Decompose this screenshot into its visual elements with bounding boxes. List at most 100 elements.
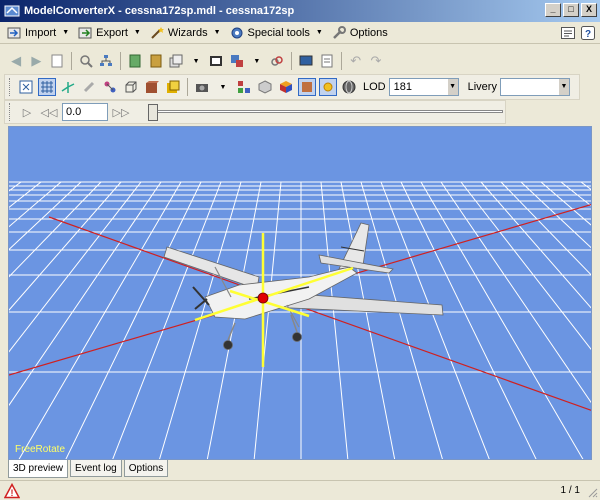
arrow-right-icon: ▶ xyxy=(31,53,42,68)
textured-box-icon xyxy=(146,81,159,93)
dropdown-button[interactable]: ▼ xyxy=(188,52,204,70)
edit-toolbar: ◀ ▶ ▼ ▼ ↶ ↷ xyxy=(4,49,384,73)
minimize-button[interactable]: _ xyxy=(545,3,561,17)
document-icon xyxy=(51,54,63,68)
layers-button[interactable] xyxy=(168,52,184,70)
timeline-track[interactable] xyxy=(153,110,503,113)
toolbar-separator xyxy=(291,52,293,70)
chevron-down-icon: ▼ xyxy=(62,29,70,36)
replace-icon xyxy=(230,55,243,67)
toolbar-grip[interactable] xyxy=(9,103,12,121)
fit-view-button[interactable] xyxy=(17,78,35,96)
wizards-label: Wizards xyxy=(167,26,208,39)
hierarchy-button[interactable] xyxy=(98,52,114,70)
document-button[interactable] xyxy=(49,52,65,70)
redo-button[interactable]: ↷ xyxy=(368,52,384,70)
panel-icon[interactable] xyxy=(560,25,576,41)
parts-button[interactable] xyxy=(235,78,253,96)
page-count: 1 / 1 xyxy=(560,485,580,496)
chevron-down-icon[interactable]: ▼ xyxy=(558,79,569,95)
lighting-button[interactable] xyxy=(298,78,316,96)
animation-toolbar: ▷ ◁◁ 0.0 ▷▷ xyxy=(4,100,506,124)
fit-view-icon xyxy=(19,80,33,94)
film-icon xyxy=(210,56,223,66)
mesh-button[interactable] xyxy=(256,78,274,96)
globe-button[interactable] xyxy=(340,78,358,96)
bone-icon xyxy=(83,81,95,93)
parts-icon xyxy=(238,81,250,93)
forward-button[interactable]: ▶ xyxy=(28,52,44,70)
tab-3d-preview[interactable]: 3D preview xyxy=(8,460,69,478)
bones-button[interactable] xyxy=(80,78,98,96)
maximize-button[interactable]: □ xyxy=(563,3,579,17)
find-button[interactable] xyxy=(78,52,94,70)
wizards-menu[interactable]: Wizards ▼ xyxy=(145,23,225,43)
back-button[interactable]: ◀ xyxy=(8,52,24,70)
chevron-down-icon[interactable]: ▼ xyxy=(447,79,458,95)
title-bar: ModelConverterX - cessna172sp.mdl - cess… xyxy=(0,0,600,22)
film-button[interactable] xyxy=(208,52,224,70)
sun-button[interactable] xyxy=(319,78,337,96)
help-icon[interactable]: ? xyxy=(580,25,596,41)
scene-canvas[interactable] xyxy=(9,127,592,460)
aircraft-model xyxy=(163,222,444,350)
resize-grip-icon[interactable] xyxy=(586,486,598,498)
lod-label: LOD xyxy=(363,81,386,93)
molecule-icon xyxy=(104,81,116,93)
axes-icon xyxy=(61,82,75,93)
link-button[interactable] xyxy=(269,52,285,70)
material-button[interactable] xyxy=(127,52,143,70)
screenshot-button[interactable] xyxy=(298,52,314,70)
rewind-button[interactable]: ◁◁ xyxy=(40,103,58,121)
toolbar-separator xyxy=(187,78,188,96)
chevron-down-icon: ▼ xyxy=(253,57,261,65)
3d-viewport[interactable]: FreeRotate xyxy=(8,126,592,460)
shaded-button[interactable] xyxy=(164,78,182,96)
notes-button[interactable] xyxy=(318,52,334,70)
dropdown-button[interactable]: ▼ xyxy=(249,52,265,70)
fast-forward-icon: ▷▷ xyxy=(112,106,130,119)
magnifier-icon xyxy=(80,55,93,68)
toolbar-separator xyxy=(120,52,122,70)
replace-button[interactable] xyxy=(228,52,244,70)
close-button[interactable]: X xyxy=(581,3,597,17)
warning-icon[interactable]: ! xyxy=(4,483,20,499)
notes-icon xyxy=(321,54,333,68)
time-value: 0.0 xyxy=(66,106,82,118)
undo-icon: ↶ xyxy=(350,53,362,68)
dropdown-button[interactable]: ▼ xyxy=(214,78,232,96)
play-button[interactable]: ▷ xyxy=(18,103,36,121)
lod-select[interactable]: 181 ▼ xyxy=(388,78,459,96)
camera-button[interactable] xyxy=(193,78,211,96)
box-outline-icon xyxy=(125,81,137,93)
arrow-left-icon: ◀ xyxy=(11,53,22,68)
axes-button[interactable] xyxy=(59,78,77,96)
livery-select[interactable]: ▼ xyxy=(499,78,570,96)
chevron-down-icon: ▼ xyxy=(315,29,323,36)
options-label: Options xyxy=(349,26,388,39)
fast-forward-button[interactable]: ▷▷ xyxy=(112,103,130,121)
tab-options[interactable]: Options xyxy=(123,460,169,477)
toolbar-grip[interactable] xyxy=(9,78,12,96)
lod-value: 181 xyxy=(393,81,412,93)
time-input[interactable]: 0.0 xyxy=(62,103,108,121)
livery-label: Livery xyxy=(467,81,497,93)
view-toolbar: ▼ LOD 181 ▼ Livery ▼ xyxy=(4,74,580,100)
import-label: Import xyxy=(25,26,57,39)
export-menu[interactable]: Export ▼ xyxy=(73,23,145,43)
tab-event-log[interactable]: Event log xyxy=(70,460,122,477)
special-tools-menu[interactable]: Special tools ▼ xyxy=(225,23,327,43)
status-bar: ! 1 / 1 xyxy=(0,480,600,500)
camera-mode-label: FreeRotate xyxy=(15,444,66,455)
grid-toggle-button[interactable] xyxy=(38,78,56,96)
timeline-slider-thumb[interactable] xyxy=(148,104,158,121)
options-menu[interactable]: Options xyxy=(327,23,392,43)
undo-button[interactable]: ↶ xyxy=(348,52,364,70)
textured-button[interactable] xyxy=(143,78,161,96)
bounding-box-button[interactable] xyxy=(122,78,140,96)
color-cube-button[interactable] xyxy=(277,78,295,96)
import-menu[interactable]: Import ▼ xyxy=(2,23,73,43)
wireframe-button[interactable] xyxy=(101,78,119,96)
texture-button[interactable] xyxy=(147,52,163,70)
special-tools-label: Special tools xyxy=(247,26,310,39)
